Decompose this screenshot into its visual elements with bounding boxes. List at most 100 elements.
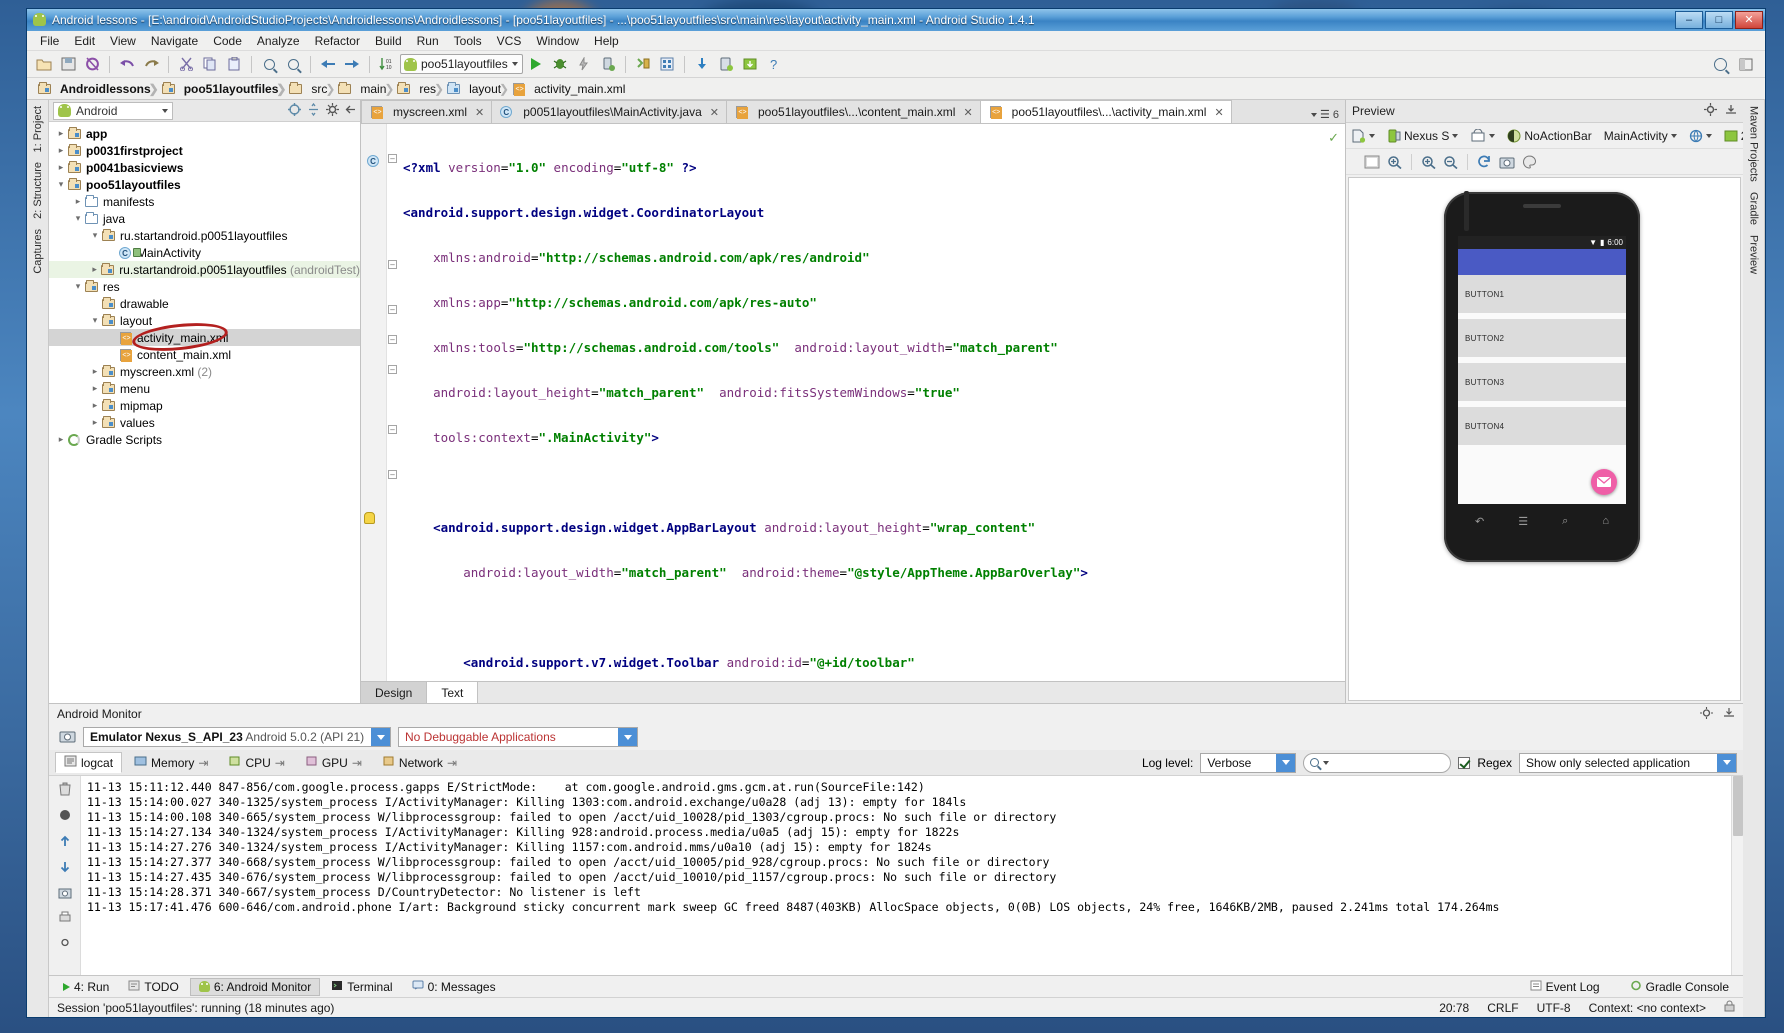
tool-strip-captures[interactable]: Captures [32, 229, 44, 274]
editor-tab-content-main-xml[interactable]: poo51layoutfiles\...\content_main.xml ✕ [726, 100, 981, 123]
regex-checkbox[interactable] [1458, 756, 1471, 769]
editor-tab-mainactivity-java[interactable]: C p0051layoutfiles\MainActivity.java ✕ [491, 100, 727, 123]
tree-expand-arrow[interactable]: ▾ [89, 315, 101, 326]
tree-expand-arrow[interactable]: ▸ [55, 145, 67, 156]
tool-tab-run[interactable]: 4: Run [55, 979, 117, 995]
palette-icon[interactable] [1522, 154, 1537, 169]
find-icon[interactable] [258, 53, 280, 75]
orientation-selector[interactable] [1470, 128, 1496, 143]
vcs-update-icon[interactable] [691, 53, 713, 75]
tree-expand-arrow[interactable]: ▾ [72, 213, 84, 224]
tab-logcat[interactable]: logcat [55, 752, 123, 773]
menu-item-analyze[interactable]: Analyze [250, 32, 307, 50]
attach-debugger-icon[interactable] [597, 53, 619, 75]
copy-icon[interactable] [199, 53, 221, 75]
tree-row[interactable]: ▸ app [49, 125, 360, 142]
help-icon[interactable]: ? [763, 53, 785, 75]
minimize-button[interactable]: – [1675, 11, 1703, 29]
tree-expand-arrow[interactable]: ▸ [55, 434, 67, 445]
breadcrumb-item-layout[interactable]: layout ❯ [444, 81, 509, 96]
tree-row[interactable]: ▸ p0041basicviews [49, 159, 360, 176]
tab-network[interactable]: Network ⇥ [374, 753, 465, 772]
scroll-to-end-icon[interactable] [58, 808, 72, 825]
tree-row[interactable]: ▾ poo51layoutfiles [49, 176, 360, 193]
undo-icon[interactable] [116, 53, 138, 75]
theme-selector[interactable]: NoActionBar [1507, 129, 1592, 143]
tree-expand-arrow[interactable]: ▸ [89, 383, 101, 394]
save-all-icon[interactable] [57, 53, 79, 75]
menu-item-edit[interactable]: Edit [67, 32, 102, 50]
caret-position[interactable]: 20:78 [1439, 1001, 1469, 1015]
menu-item-view[interactable]: View [103, 32, 143, 50]
close-icon[interactable]: ✕ [963, 106, 972, 119]
hide-panel-icon[interactable] [1725, 104, 1737, 118]
back-icon[interactable] [317, 53, 339, 75]
close-icon[interactable]: ✕ [1214, 106, 1223, 119]
tree-expand-arrow[interactable]: ▾ [89, 230, 101, 241]
code-text[interactable]: <?xml version="1.0" encoding="utf-8" ?> … [399, 124, 1345, 681]
forward-icon[interactable] [341, 53, 363, 75]
tab-cpu[interactable]: CPU ⇥ [220, 753, 292, 772]
render-mode-icon[interactable] [1364, 155, 1380, 169]
logcat-search-input[interactable] [1303, 752, 1452, 773]
editor-tab-overflow[interactable]: ☰ 6 [1305, 108, 1345, 123]
tree-row[interactable]: activity_main.xml [49, 329, 360, 346]
run-configuration-selector[interactable]: poo51layoutfiles [400, 54, 523, 74]
file-encoding[interactable]: UTF-8 [1537, 1001, 1571, 1015]
logcat-scrollbar[interactable] [1731, 776, 1743, 975]
project-tree[interactable]: ▸ app ▸ p0031firstproject ▸ p0041basicviews ▾ p… [49, 122, 360, 703]
tree-expand-arrow[interactable]: ▸ [89, 366, 101, 377]
fold-toggle[interactable]: – [388, 335, 397, 344]
tree-expand-arrow[interactable]: ▸ [89, 400, 101, 411]
tool-tab-android-monitor[interactable]: 6: Android Monitor [189, 977, 321, 996]
tree-row[interactable]: ▾ java [49, 210, 360, 227]
intention-bulb-icon[interactable] [364, 512, 375, 524]
hide-panel-icon[interactable] [1723, 707, 1735, 721]
chevron-down-icon[interactable] [1717, 753, 1736, 772]
tab-text[interactable]: Text [426, 682, 479, 703]
preview-config-icon[interactable] [1351, 129, 1375, 143]
open-folder-icon[interactable] [33, 53, 55, 75]
tool-tab-messages[interactable]: 0: Messages [404, 979, 504, 995]
breadcrumb-item-activity-main-xml[interactable]: activity_main.xml [509, 82, 633, 96]
menu-item-run[interactable]: Run [410, 32, 446, 50]
class-marker-icon[interactable]: C [367, 155, 379, 167]
close-icon[interactable]: ✕ [710, 106, 719, 119]
menu-item-help[interactable]: Help [587, 32, 626, 50]
tool-strip-maven[interactable]: Maven Projects [1748, 106, 1760, 182]
chevron-down-icon[interactable] [371, 728, 390, 746]
refresh-icon[interactable] [1477, 155, 1492, 169]
avd-manager2-icon[interactable] [739, 53, 761, 75]
tool-tab-todo[interactable]: TODO [120, 979, 186, 995]
tree-expand-arrow[interactable]: ▾ [55, 179, 67, 190]
debug-button[interactable] [549, 53, 571, 75]
scrollbar-thumb[interactable] [1733, 776, 1743, 836]
menu-item-code[interactable]: Code [206, 32, 249, 50]
project-structure-icon[interactable] [632, 53, 654, 75]
locate-icon[interactable] [288, 102, 301, 119]
fold-toggle[interactable]: – [388, 470, 397, 479]
tool-strip-preview[interactable]: Preview [1748, 235, 1760, 274]
fold-toggle[interactable]: – [388, 154, 397, 163]
tree-expand-arrow[interactable]: ▸ [89, 264, 100, 275]
gear-icon[interactable] [1704, 103, 1717, 119]
replace-icon[interactable] [282, 53, 304, 75]
settings-icon[interactable] [58, 936, 72, 952]
breadcrumb-item-src[interactable]: src ❯ [286, 81, 335, 96]
maximize-button[interactable]: □ [1705, 11, 1733, 29]
tool-strip-gradle[interactable]: Gradle [1748, 192, 1760, 225]
chevron-down-icon[interactable] [618, 728, 637, 746]
device-selector[interactable]: Nexus S [1387, 129, 1459, 143]
log-level-combo[interactable]: Verbose [1200, 752, 1297, 773]
tree-row[interactable]: ▸ ru.startandroid.p0051layoutfiles (andro… [49, 261, 360, 278]
collapse-all-icon[interactable] [307, 102, 320, 119]
tree-row[interactable]: C MainActivity [49, 244, 360, 261]
tool-strip-project[interactable]: 1: Project [32, 106, 44, 152]
editor-gutter[interactable]: C [361, 124, 387, 681]
menu-item-file[interactable]: File [33, 32, 66, 50]
gear-icon[interactable] [326, 102, 339, 119]
camera-icon[interactable] [59, 729, 76, 746]
cut-icon[interactable] [175, 53, 197, 75]
inspection-status-icon[interactable]: ✓ [1328, 130, 1339, 146]
tree-row[interactable]: ▸ manifests [49, 193, 360, 210]
